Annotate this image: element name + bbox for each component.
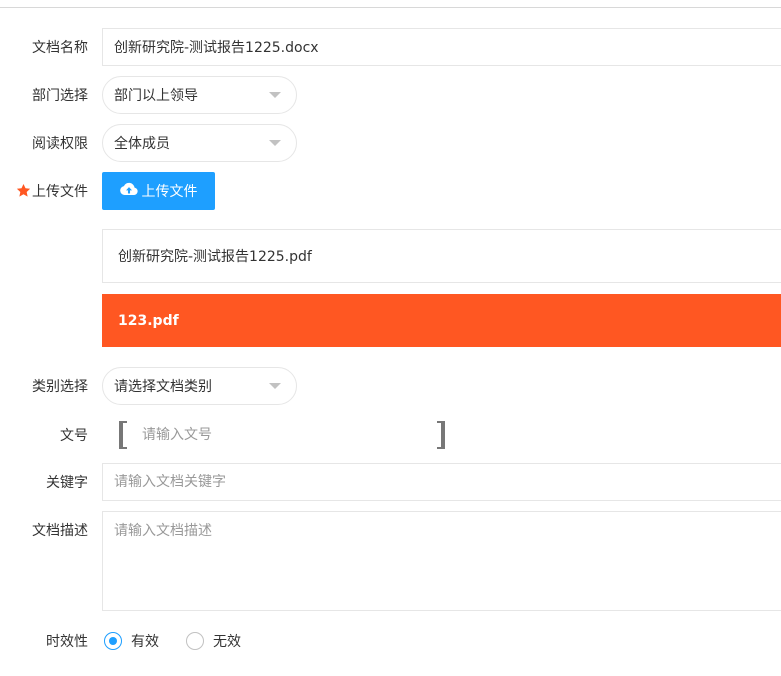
validity-row: 时效性 有效 无效	[0, 626, 781, 656]
doc-name-label: 文档名称	[32, 40, 88, 56]
department-row: 部门选择 部门以上领导	[0, 76, 781, 114]
keywords-label: 关键字	[46, 475, 88, 491]
keywords-field[interactable]	[102, 463, 781, 501]
doc-number-label: 文号	[60, 428, 88, 444]
uploaded-file-name: 创新研究院-测试报告1225.pdf	[118, 249, 312, 265]
department-selected-value: 部门以上领导	[114, 88, 198, 104]
description-label: 文档描述	[32, 523, 88, 539]
radio-invalid-label: 无效	[213, 634, 241, 650]
radio-invalid[interactable]: 无效	[186, 626, 241, 656]
doc-name-row: 文档名称	[0, 28, 781, 66]
description-row: 文档描述	[0, 511, 781, 611]
read-permission-selected-value: 全体成员	[114, 136, 170, 152]
description-field[interactable]	[102, 511, 781, 611]
radio-unchecked-icon	[186, 632, 204, 650]
keywords-row: 关键字	[0, 463, 781, 501]
doc-number-input[interactable]	[142, 421, 432, 449]
upload-row: 上传文件 上传文件	[0, 172, 781, 210]
department-label: 部门选择	[32, 88, 88, 104]
top-divider	[0, 7, 781, 8]
uploaded-file-name: 123.pdf	[118, 312, 179, 329]
left-bracket-icon	[119, 421, 127, 449]
radio-valid[interactable]: 有效	[104, 626, 159, 656]
upload-label: 上传文件	[32, 184, 88, 200]
caret-down-icon	[269, 383, 281, 389]
uploaded-file-item[interactable]: 创新研究院-测试报告1225.pdf	[102, 229, 781, 283]
read-permission-select[interactable]: 全体成员	[102, 124, 297, 162]
uploaded-file-item-active[interactable]: 123.pdf	[102, 294, 781, 347]
radio-valid-label: 有效	[131, 634, 159, 650]
upload-label-wrap: 上传文件	[16, 172, 88, 210]
doc-number-row: 文号	[0, 421, 781, 449]
cloud-upload-icon	[119, 182, 142, 200]
category-select[interactable]: 请选择文档类别	[102, 367, 297, 405]
category-label: 类别选择	[32, 379, 88, 395]
upload-button-label: 上传文件	[141, 184, 198, 200]
right-bracket-icon	[437, 421, 445, 449]
star-icon	[16, 183, 32, 200]
category-selected-value: 请选择文档类别	[114, 379, 212, 395]
doc-name-field[interactable]	[102, 28, 781, 66]
category-row: 类别选择 请选择文档类别	[0, 367, 781, 405]
read-permission-row: 阅读权限 全体成员	[0, 124, 781, 162]
caret-down-icon	[269, 92, 281, 98]
upload-file-button[interactable]: 上传文件	[102, 172, 215, 210]
read-permission-label: 阅读权限	[32, 136, 88, 152]
department-select[interactable]: 部门以上领导	[102, 76, 297, 114]
validity-label: 时效性	[46, 634, 88, 650]
description-textarea[interactable]	[114, 520, 781, 600]
caret-down-icon	[269, 140, 281, 146]
doc-name-input[interactable]	[114, 39, 781, 55]
radio-checked-icon	[104, 632, 122, 650]
keywords-input[interactable]	[114, 474, 781, 490]
